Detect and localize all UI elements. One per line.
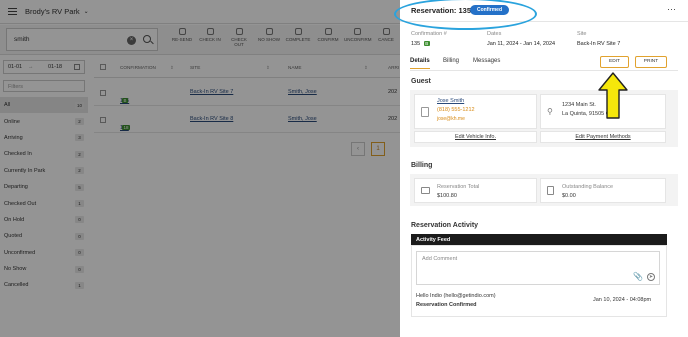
balance-value: $0.00 — [562, 193, 576, 199]
confirmation-info: Confirmation # 135 B — [411, 31, 447, 47]
tab-messages[interactable]: Messages — [473, 58, 500, 64]
person-icon — [421, 107, 429, 117]
tabs-divider — [410, 70, 678, 71]
guest-email[interactable]: jose@kh.me — [437, 116, 465, 122]
activity-date: Jan 10, 2024 - 04:08pm — [593, 297, 652, 303]
site-info: Site Back-In RV Site 7 — [577, 31, 621, 47]
outstanding-balance-card: Outstanding Balance $0.00 — [540, 178, 666, 203]
total-label: Reservation Total — [437, 184, 480, 190]
balance-icon — [547, 186, 554, 195]
address-line-1: 1234 Main St. — [562, 102, 596, 108]
activity-heading: Reservation Activity — [411, 222, 479, 229]
activity-feed-header: Activity Feed — [411, 234, 667, 245]
billing-heading: Billing — [411, 162, 433, 169]
balance-label: Outstanding Balance — [562, 184, 614, 190]
print-button[interactable]: PRINT — [635, 56, 667, 68]
tab-billing[interactable]: Billing — [443, 58, 459, 64]
more-options-icon[interactable]: ⋯ — [667, 4, 677, 15]
guest-name[interactable]: Jose Smith — [437, 98, 464, 104]
activity-author: Hello Indio (hello@getindio.com) — [416, 293, 496, 299]
guest-card: Jose Smith (818) 555-1212 jose@kh.me — [414, 94, 537, 129]
reservation-total-card: Reservation Total $100.80 — [414, 178, 537, 203]
receipt-icon — [421, 187, 430, 194]
dates-info: Dates Jan 11, 2024 - Jan 14, 2024 — [487, 31, 556, 47]
attach-icon[interactable]: 📎 — [633, 272, 643, 281]
comment-placeholder: Add Comment — [422, 256, 458, 262]
reservation-drawer: Reservation: 135 Confirmed ⋯ Confirmatio… — [400, 0, 688, 337]
edit-button[interactable]: EDIT — [600, 56, 629, 68]
edit-payment-methods-button[interactable]: Edit Payment Methods — [540, 131, 666, 143]
send-icon[interactable]: ➤ — [647, 273, 655, 281]
annotation-arrow-up — [598, 72, 628, 119]
tab-details[interactable]: Details — [410, 58, 430, 69]
modal-overlay[interactable] — [0, 0, 400, 337]
guest-heading: Guest — [411, 78, 431, 85]
payment-badge: B — [423, 41, 430, 46]
edit-vehicle-button[interactable]: Edit Vehicle Info. — [414, 131, 537, 143]
guest-phone[interactable]: (818) 555-1212 — [437, 107, 475, 113]
total-value: $100.80 — [437, 193, 457, 199]
location-pin-icon: ⚲ — [547, 107, 553, 116]
comment-input[interactable]: Add Comment 📎 ➤ — [416, 251, 660, 285]
activity-text: Reservation Confirmed — [416, 302, 477, 308]
